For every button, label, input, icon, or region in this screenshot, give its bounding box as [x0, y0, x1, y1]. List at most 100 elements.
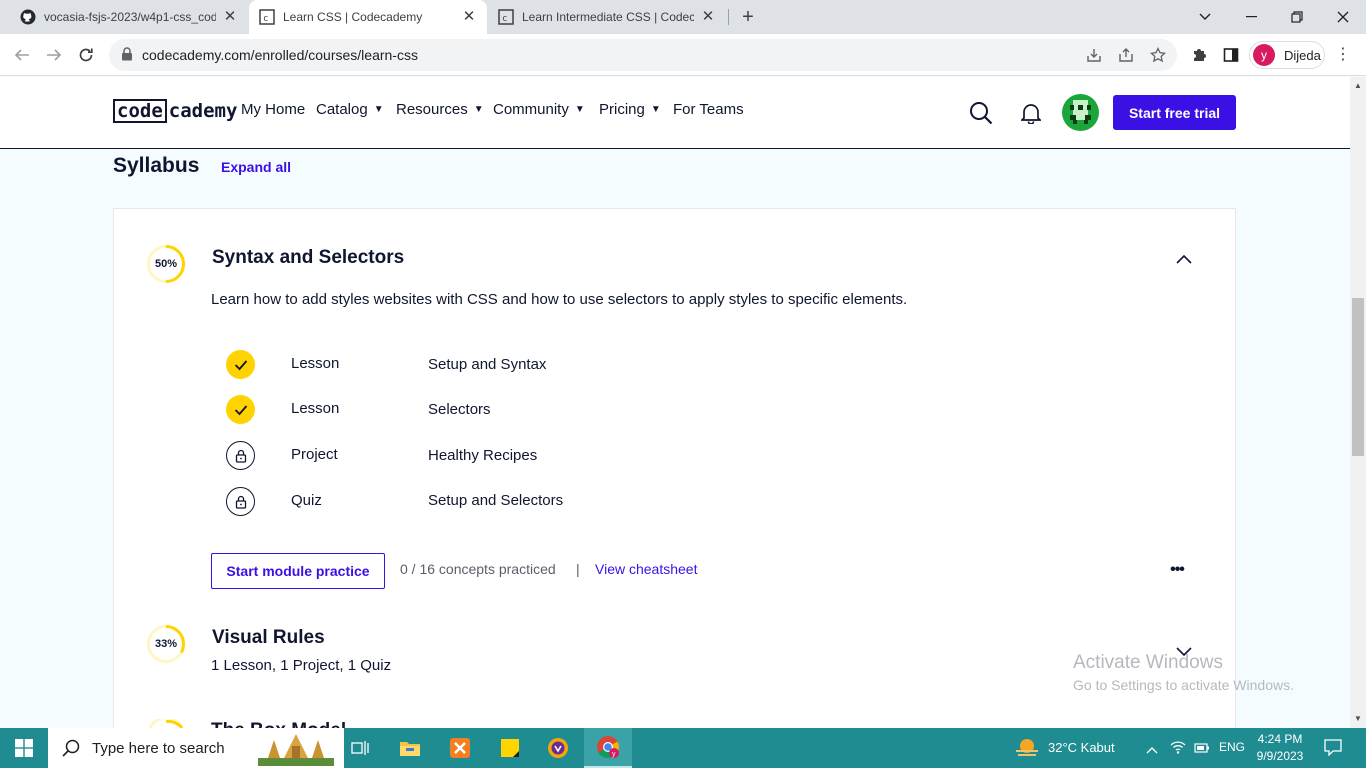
- share-icon[interactable]: [1117, 46, 1135, 64]
- progress-label: 33%: [154, 638, 178, 650]
- page-scrollbar[interactable]: ▲ ▼: [1350, 77, 1366, 728]
- chrome-icon: y: [597, 736, 619, 758]
- module-title[interactable]: Visual Rules: [212, 627, 325, 649]
- taskbar-search-box[interactable]: Type here to search: [48, 728, 344, 768]
- search-highlight-temple-icon: [258, 732, 334, 768]
- side-panel-icon[interactable]: [1222, 46, 1240, 64]
- expand-all-button[interactable]: Expand all: [221, 159, 291, 175]
- nav-for-teams[interactable]: For Teams: [673, 101, 744, 118]
- nav-pricing[interactable]: Pricing ▼: [599, 101, 661, 118]
- sticky-notes-button[interactable]: [486, 728, 534, 768]
- lock-icon[interactable]: [121, 47, 133, 66]
- close-icon[interactable]: ✕: [461, 9, 477, 25]
- taskbar-clock[interactable]: 4:24 PM 9/9/2023: [1250, 731, 1310, 765]
- back-button[interactable]: [9, 42, 35, 68]
- arrow-left-icon: [14, 49, 29, 61]
- item-name-link[interactable]: Setup and Selectors: [428, 492, 563, 509]
- profile-name: Dijeda: [1284, 47, 1321, 63]
- chevron-up-icon[interactable]: [1175, 253, 1193, 265]
- syllabus-heading: Syllabus: [113, 154, 200, 177]
- reload-icon: [79, 48, 93, 62]
- user-avatar[interactable]: [1062, 94, 1099, 131]
- vpn-app-button[interactable]: [534, 728, 582, 768]
- weather-text[interactable]: 32°C Kabut: [1048, 740, 1115, 755]
- forward-button[interactable]: [41, 42, 67, 68]
- lock-icon: [226, 441, 255, 470]
- search-icon: [62, 739, 80, 757]
- caret-down-icon: ▼: [373, 104, 384, 115]
- codecademy-icon: c: [498, 9, 514, 25]
- close-window-button[interactable]: [1320, 0, 1366, 34]
- more-options-icon[interactable]: •••: [1167, 560, 1187, 580]
- caret-down-icon: ▼: [574, 104, 585, 115]
- battery-icon[interactable]: [1194, 741, 1210, 759]
- file-explorer-button[interactable]: [386, 728, 434, 768]
- minimize-button[interactable]: [1228, 0, 1274, 34]
- search-icon[interactable]: [968, 100, 994, 126]
- restore-button[interactable]: [1274, 0, 1320, 34]
- extensions-puzzle-icon[interactable]: [1190, 46, 1208, 64]
- start-free-trial-button[interactable]: Start free trial: [1113, 95, 1236, 130]
- profile-button[interactable]: y Dijeda: [1249, 41, 1325, 69]
- install-icon[interactable]: [1085, 46, 1103, 64]
- scroll-up-arrow-icon[interactable]: ▲: [1350, 79, 1366, 93]
- wifi-icon[interactable]: [1170, 740, 1186, 759]
- close-icon: [1337, 11, 1349, 23]
- chevron-up-icon[interactable]: [1146, 741, 1158, 759]
- close-icon[interactable]: ✕: [700, 9, 716, 25]
- item-name-link[interactable]: Setup and Syntax: [428, 356, 546, 373]
- nav-label: Catalog: [316, 101, 368, 118]
- module-title[interactable]: The Box Model: [211, 720, 346, 728]
- bookmark-star-icon[interactable]: [1149, 46, 1167, 64]
- start-module-practice-button[interactable]: Start module practice: [211, 553, 385, 589]
- avatar-pixel-icon: [1070, 100, 1091, 124]
- minimize-icon: [1245, 16, 1257, 18]
- scrollbar-thumb[interactable]: [1352, 298, 1364, 456]
- browser-tab-intermediate-css[interactable]: c Learn Intermediate CSS | Codecad ✕: [488, 0, 726, 34]
- item-type: Lesson: [291, 400, 340, 417]
- nav-catalog[interactable]: Catalog ▼: [316, 101, 384, 118]
- address-bar[interactable]: codecademy.com/enrolled/courses/learn-cs…: [109, 39, 1177, 71]
- nav-my-home[interactable]: My Home: [241, 101, 305, 118]
- logo-text: cademy: [168, 100, 238, 122]
- chrome-button[interactable]: y: [584, 728, 632, 768]
- browser-menu-icon[interactable]: ⋮: [1335, 46, 1351, 64]
- item-name-link[interactable]: Selectors: [428, 401, 491, 418]
- language-indicator[interactable]: ENG: [1219, 740, 1245, 754]
- progress-ring: [148, 719, 184, 728]
- nav-label: Community: [493, 101, 569, 118]
- tab-search-button[interactable]: [1182, 0, 1228, 34]
- new-tab-button[interactable]: +: [736, 5, 760, 29]
- tab-title: Learn CSS | Codecademy: [283, 10, 423, 24]
- browser-toolbar: codecademy.com/enrolled/courses/learn-cs…: [0, 34, 1366, 76]
- task-view-icon: [351, 741, 369, 755]
- caret-down-icon: ▼: [473, 104, 484, 115]
- sticky-notes-icon: [501, 739, 519, 757]
- arrow-right-icon: [47, 49, 62, 61]
- item-name-link[interactable]: Healthy Recipes: [428, 447, 537, 464]
- close-icon[interactable]: ✕: [222, 9, 238, 25]
- caret-down-icon: ▼: [650, 104, 661, 115]
- weather-sun-icon[interactable]: [1014, 737, 1040, 764]
- bell-icon[interactable]: [1019, 101, 1043, 125]
- url-text[interactable]: codecademy.com/enrolled/courses/learn-cs…: [142, 47, 418, 63]
- svg-text:c: c: [263, 14, 268, 24]
- module-title[interactable]: Syntax and Selectors: [212, 247, 404, 269]
- task-view-button[interactable]: [336, 728, 384, 768]
- xampp-button[interactable]: [436, 728, 484, 768]
- vpn-icon: [548, 738, 568, 758]
- logo-box-text: code: [113, 99, 167, 123]
- lock-icon: [226, 487, 255, 516]
- codecademy-logo[interactable]: code cademy: [113, 99, 237, 123]
- browser-tab-github[interactable]: vocasia-fsjs-2023/w4p1-css_code ✕: [10, 0, 248, 34]
- nav-resources[interactable]: Resources ▼: [396, 101, 484, 118]
- reload-button[interactable]: [73, 42, 99, 68]
- start-button[interactable]: [0, 728, 48, 768]
- scroll-down-arrow-icon[interactable]: ▼: [1350, 712, 1366, 726]
- tab-title: Learn Intermediate CSS | Codecad: [522, 10, 694, 24]
- notification-center-icon[interactable]: [1324, 738, 1342, 761]
- nav-community[interactable]: Community ▼: [493, 101, 585, 118]
- view-cheatsheet-link[interactable]: View cheatsheet: [595, 561, 697, 577]
- browser-tab-learn-css[interactable]: c Learn CSS | Codecademy ✕: [249, 0, 487, 34]
- svg-text:y: y: [612, 751, 616, 758]
